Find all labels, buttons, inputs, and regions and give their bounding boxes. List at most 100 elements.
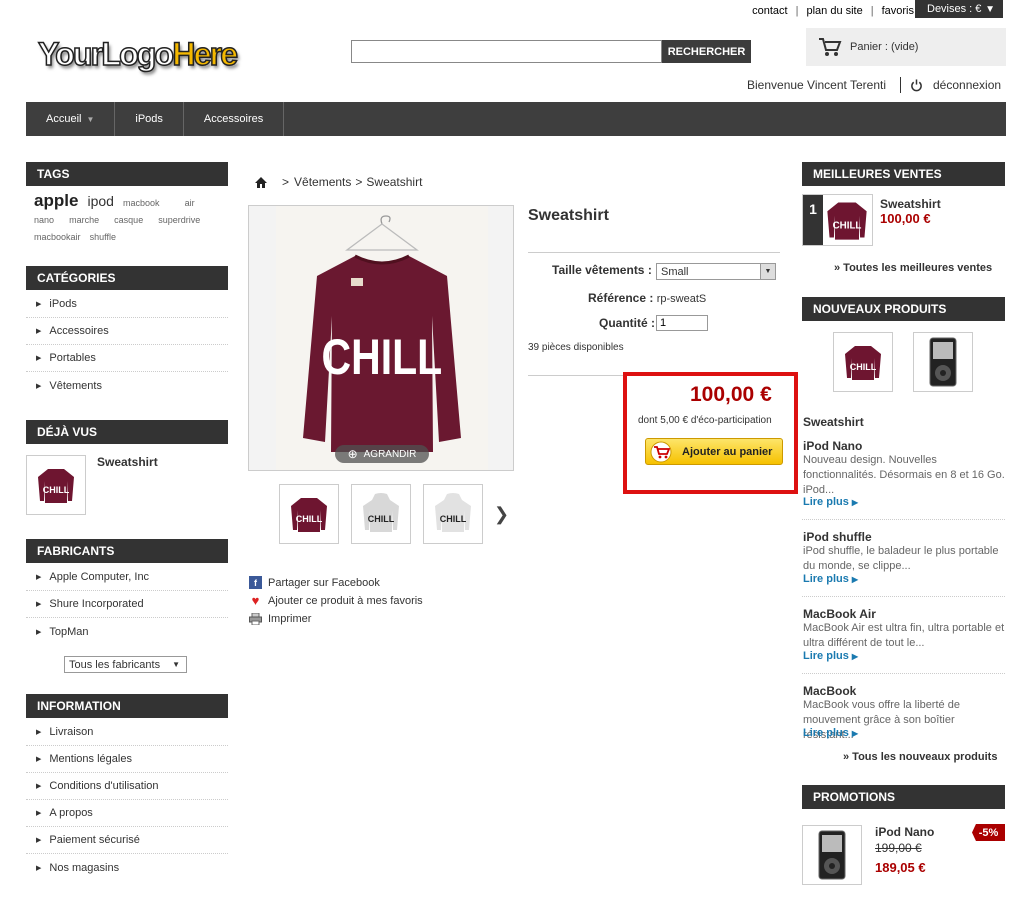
promo-thumb[interactable] — [802, 825, 862, 885]
all-best-sellers-link[interactable]: » Toutes les meilleures ventes — [834, 262, 992, 274]
size-select[interactable]: Small ▼ — [656, 263, 776, 280]
info-item[interactable]: ▶ Nos magasins — [26, 854, 228, 881]
arrow-right-icon: ▶ — [36, 628, 42, 636]
size-value: Small — [661, 265, 689, 278]
tag-link[interactable]: macbookair — [34, 232, 81, 242]
category-label: Vêtements — [49, 379, 102, 392]
info-item[interactable]: ▶ Paiement sécurisé — [26, 827, 228, 854]
size-label: Taille vêtements : — [552, 263, 652, 277]
divider — [528, 252, 780, 253]
add-to-cart-button[interactable]: Ajouter au panier — [645, 438, 783, 465]
tag-link[interactable]: ipod — [87, 193, 113, 209]
chevron-right-icon[interactable]: ❯ — [494, 504, 509, 525]
product-thumb[interactable]: CHILL — [279, 484, 339, 544]
tag-link[interactable]: apple — [34, 191, 78, 210]
info-label: Mentions légales — [49, 753, 132, 765]
cart-summary[interactable]: Panier : (vide) — [806, 28, 1006, 66]
quantity-input[interactable] — [656, 315, 708, 331]
manufacturers-list: ▶ Apple Computer, Inc ▶ Shure Incorporated… — [26, 564, 228, 645]
svg-text:CHILL: CHILL — [850, 362, 877, 372]
breadcrumb-sep: > — [355, 175, 363, 189]
info-label: Livraison — [49, 726, 94, 738]
read-more-link[interactable]: Lire plus ▶ — [803, 650, 858, 662]
arrow-right-icon: ▶ — [851, 498, 859, 507]
product-main-image[interactable]: CHILL — [248, 205, 514, 471]
arrow-right-icon: ▶ — [36, 382, 42, 390]
info-item[interactable]: ▶ Livraison — [26, 719, 228, 746]
manufacturer-select[interactable]: Tous les fabricants ▼ — [64, 656, 187, 673]
sitemap-link[interactable]: plan du site — [806, 5, 862, 17]
viewed-product-name[interactable]: Sweatshirt — [97, 455, 158, 469]
arrow-right-icon: ▶ — [36, 810, 42, 817]
category-item[interactable]: ▶ Portables — [26, 345, 228, 372]
tag-link[interactable]: nano — [34, 215, 54, 225]
read-more-link[interactable]: Lire plus ▶ — [803, 496, 858, 508]
logout-link[interactable]: déconnexion — [933, 78, 1001, 92]
nav-label: Accessoires — [203, 113, 264, 125]
viewed-product-thumb[interactable]: CHILL — [26, 455, 86, 515]
new-product-name[interactable]: Sweatshirt — [803, 415, 864, 429]
nav-item-ipods[interactable]: iPods — [115, 102, 184, 136]
category-item[interactable]: ▶ Accessoires — [26, 318, 228, 345]
best-seller-name[interactable]: Sweatshirt — [880, 197, 941, 211]
currency-selector[interactable]: Devises : € ▼ — [915, 0, 1003, 18]
favorites-link[interactable]: favoris — [882, 5, 914, 17]
top-links: contact | plan du site | favoris — [752, 2, 914, 20]
search-button[interactable]: RECHERCHER — [662, 40, 751, 63]
product-thumb[interactable]: CHILL — [423, 484, 483, 544]
logo-text-1: YourLogo — [37, 35, 175, 73]
nav-item-accueil[interactable]: Accueil ▼ — [26, 102, 116, 136]
tag-link[interactable]: marche — [69, 215, 99, 225]
manufacturer-item[interactable]: ▶ Shure Incorporated — [26, 591, 228, 618]
contact-link[interactable]: contact — [752, 5, 787, 17]
promotions-header: PROMOTIONS — [802, 785, 1005, 809]
new-product-name[interactable]: MacBook Air — [803, 607, 876, 621]
tag-link[interactable]: macbook — [123, 198, 160, 208]
new-product-name[interactable]: iPod Nano — [803, 439, 862, 453]
read-more-link[interactable]: Lire plus ▶ — [803, 573, 858, 585]
tag-link[interactable]: casque — [114, 215, 143, 225]
currency-label: Devises : € — [927, 3, 982, 15]
new-product-desc: MacBook Air est ultra fin, ultra portabl… — [803, 622, 1005, 649]
all-new-products-link[interactable]: » Tous les nouveaux produits — [843, 751, 997, 763]
share-facebook[interactable]: f Partager sur Facebook — [249, 576, 380, 589]
category-label: Portables — [49, 352, 96, 364]
print-link[interactable]: Imprimer — [249, 612, 311, 625]
new-product-thumb[interactable] — [913, 332, 973, 392]
svg-text:CHILL: CHILL — [440, 514, 467, 524]
new-product-name[interactable]: iPod shuffle — [803, 530, 872, 544]
manufacturer-item[interactable]: ▶ Apple Computer, Inc — [26, 564, 228, 591]
nav-item-accessoires[interactable]: Accessoires — [184, 102, 285, 136]
zoom-icon: ⊕ — [347, 447, 358, 461]
read-more-link[interactable]: Lire plus ▶ — [803, 727, 858, 739]
category-item[interactable]: ▶ iPods — [26, 291, 228, 318]
info-item[interactable]: ▶ Mentions légales — [26, 746, 228, 773]
hoodie-image: CHILL — [435, 493, 471, 532]
site-logo[interactable]: YourLogoHere — [37, 34, 239, 74]
welcome-text: Bienvenue Vincent Terenti — [747, 78, 886, 92]
new-product-thumb[interactable]: CHILL — [833, 332, 893, 392]
breadcrumb-item[interactable]: Vêtements — [294, 175, 351, 189]
home-icon[interactable] — [255, 176, 267, 188]
tag-link[interactable]: air — [185, 198, 195, 208]
tag-link[interactable]: superdrive — [158, 215, 200, 225]
new-product-name[interactable]: MacBook — [803, 684, 856, 698]
add-favorite[interactable]: ♥ Ajouter ce produit à mes favoris — [249, 593, 423, 608]
sweatshirt-image: CHILL — [276, 206, 488, 470]
category-item[interactable]: ▶ Vêtements — [26, 372, 228, 399]
favorite-label: Ajouter ce produit à mes favoris — [268, 594, 423, 607]
search-input[interactable] — [351, 40, 662, 63]
best-seller-thumb[interactable]: 1 CHILL — [802, 194, 873, 246]
info-item[interactable]: ▶ Conditions d'utilisation — [26, 773, 228, 800]
info-item[interactable]: ▶ A propos — [26, 800, 228, 827]
divider: | — [795, 5, 799, 17]
facebook-icon: f — [249, 576, 262, 589]
zoom-label: AGRANDIR — [363, 448, 417, 460]
manufacturer-item[interactable]: ▶ TopMan — [26, 618, 228, 645]
breadcrumb-sep: > — [282, 175, 290, 189]
tag-link[interactable]: shuffle — [90, 232, 116, 242]
zoom-button[interactable]: ⊕ AGRANDIR — [335, 445, 429, 463]
product-thumb[interactable]: CHILL — [351, 484, 411, 544]
promo-name[interactable]: iPod Nano — [875, 825, 934, 839]
viewed-header: DÉJÀ VUS — [26, 420, 228, 444]
